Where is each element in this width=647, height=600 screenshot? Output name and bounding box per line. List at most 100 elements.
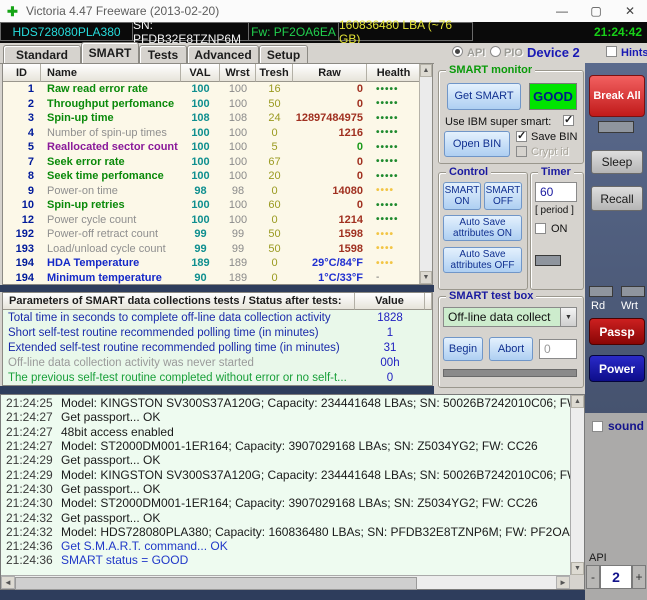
sleep-button[interactable]: Sleep: [591, 150, 643, 174]
smart-attribute-row[interactable]: 1 Raw read error rate 100 100 16 0 •••••: [3, 82, 421, 97]
crypt-id-checkbox[interactable]: [516, 146, 527, 158]
attr-worst: 100: [228, 155, 248, 168]
scroll-up-icon[interactable]: ▲: [420, 64, 432, 77]
minimize-button[interactable]: —: [545, 1, 579, 22]
scroll-down-icon[interactable]: ▼: [420, 271, 432, 284]
abort-button[interactable]: Abort: [489, 337, 533, 361]
tab-smart[interactable]: SMART: [81, 42, 139, 63]
api-number-decrement-button[interactable]: -: [586, 565, 600, 589]
recall-button[interactable]: Recall: [591, 186, 643, 211]
attr-raw: 1598: [338, 228, 363, 241]
save-bin-label: Save BIN: [531, 131, 578, 143]
autosave-off-button[interactable]: Auto Save attributes OFF: [443, 247, 522, 273]
autosave-on-button[interactable]: Auto Save attributes ON: [443, 215, 522, 241]
smart-col-header-tresh[interactable]: Tresh: [256, 64, 293, 82]
smart-on-button[interactable]: SMART ON: [443, 182, 481, 210]
pio-radio[interactable]: [490, 46, 501, 58]
tab-advanced[interactable]: Advanced: [187, 45, 259, 63]
log-message: Get passport... OK: [61, 453, 161, 468]
passport-button[interactable]: Passp: [589, 318, 645, 345]
smart-col-header-val[interactable]: VAL: [181, 64, 220, 82]
smart-table-header: ID Name VAL Wrst Tresh Raw Health: [3, 64, 421, 82]
log-scroll-left-icon[interactable]: ◄: [1, 576, 15, 589]
timer-period-label: [ period ]: [535, 205, 574, 216]
smart-attribute-row[interactable]: 8 Seek time perfomance 100 100 20 0 •••••: [3, 169, 421, 184]
log-message: Model: ST2000DM001-1ER164; Capacity: 390…: [61, 496, 538, 511]
log-timestamp: 21:24:29: [6, 453, 53, 468]
api-radio[interactable]: [452, 46, 463, 58]
parameter-value: 31: [383, 341, 397, 354]
log-message: Model: ST2000DM001-1ER164; Capacity: 390…: [61, 439, 538, 454]
timer-period-input[interactable]: 60: [535, 182, 577, 202]
log-scroll-down-icon[interactable]: ▼: [571, 562, 584, 575]
smart-attribute-row[interactable]: 12 Power cycle count 100 100 0 1214 •••••: [3, 213, 421, 228]
open-bin-button[interactable]: Open BIN: [444, 131, 510, 157]
log-message: Get passport... OK: [61, 510, 161, 525]
smart-attribute-row[interactable]: 9 Power-on time 98 98 0 14080 ••••: [3, 184, 421, 199]
break-all-button[interactable]: Break All: [589, 75, 645, 117]
hints-checkbox[interactable]: [606, 46, 617, 58]
parameter-row[interactable]: Total time in seconds to complete off-li…: [3, 310, 432, 325]
log-horizontal-scrollbar[interactable]: ◄ ►: [1, 575, 570, 590]
clock: 21:24:42: [593, 24, 643, 39]
attr-id: 10: [21, 199, 34, 212]
smart-attribute-row[interactable]: 4 Number of spin-up times 100 100 0 1216 •••••: [3, 126, 421, 141]
smart-col-header-name[interactable]: Name: [41, 64, 181, 82]
get-smart-button[interactable]: Get SMART: [447, 83, 521, 110]
attr-raw: 0: [356, 83, 363, 96]
parameter-row[interactable]: Off-line data collection activity was ne…: [3, 356, 432, 371]
smart-col-header-health[interactable]: Health: [367, 64, 421, 82]
smart-off-button[interactable]: SMART OFF: [484, 182, 522, 210]
smart-col-header-raw[interactable]: Raw: [293, 64, 367, 82]
test-counter-input[interactable]: 0: [539, 339, 577, 359]
dropdown-arrow-icon[interactable]: ▼: [560, 308, 576, 326]
ibm-smart-checkbox[interactable]: [563, 113, 574, 127]
smart-attribute-row[interactable]: 193 Load/unload cycle count 99 99 50 1598 ••••: [3, 242, 421, 257]
smart-parameters-table: Parameters of SMART data collections tes…: [2, 292, 433, 386]
api-number-increment-button[interactable]: +: [632, 565, 646, 589]
timer-on-checkbox[interactable]: [535, 223, 546, 235]
smart-attribute-row[interactable]: 2 Throughput perfomance 100 100 50 0 •••••: [3, 97, 421, 112]
log-scroll-right-icon[interactable]: ►: [556, 576, 570, 589]
test-type-dropdown[interactable]: Off-line data collect ▼: [443, 307, 577, 327]
tab-setup[interactable]: Setup: [259, 45, 308, 63]
smart-col-header-id[interactable]: ID: [3, 64, 41, 82]
separator-band: [0, 285, 434, 292]
tab-tests[interactable]: Tests: [139, 45, 187, 63]
smart-attribute-row[interactable]: 192 Power-off retract count 99 99 50 1598 ••••: [3, 227, 421, 242]
smart-attribute-row[interactable]: 10 Spin-up retries 100 100 60 0 •••••: [3, 198, 421, 213]
log-vertical-scrollbar[interactable]: ▲ ▼: [570, 395, 584, 575]
attr-value: 100: [191, 213, 210, 226]
tab-standard[interactable]: Standard: [3, 45, 81, 63]
smart-attribute-row[interactable]: 194 HDA Temperature 189 189 0 29°C/84°F ••••: [3, 256, 421, 271]
log-scroll-up-icon[interactable]: ▲: [571, 395, 584, 408]
attr-name: Minimum temperature: [47, 271, 162, 284]
smart-col-header-wrst[interactable]: Wrst: [220, 64, 256, 82]
begin-button[interactable]: Begin: [443, 337, 483, 361]
params-header-stub: [425, 293, 432, 310]
maximize-button[interactable]: ▢: [579, 1, 613, 22]
smart-attribute-row[interactable]: 7 Seek error rate 100 100 67 0 •••••: [3, 155, 421, 170]
attr-name: HDA Temperature: [47, 257, 140, 270]
smart-attribute-row[interactable]: 194 Minimum temperature 90 189 0 1°C/33°F -: [3, 271, 421, 286]
smart-table-scrollbar[interactable]: ▲ ▼: [419, 64, 432, 284]
power-button[interactable]: Power: [589, 355, 645, 382]
log-message: Get S.M.A.R.T. command... OK: [61, 539, 228, 554]
attr-raw: 0: [356, 97, 363, 110]
log-panel: 21:24:25 Model: KINGSTON SV300S37A120G; C…: [0, 394, 585, 590]
smart-attribute-row[interactable]: 3 Spin-up time 108 108 24 12897484975 •••••: [3, 111, 421, 126]
ibm-smart-label: Use IBM super smart:: [445, 116, 552, 128]
parameter-row[interactable]: Extended self-test routine recommended p…: [3, 340, 432, 355]
save-bin-checkbox[interactable]: [516, 129, 527, 143]
log-line: 21:24:32 Model: HDS728080PLA380; Capacity…: [1, 525, 570, 539]
sound-checkbox[interactable]: [592, 421, 603, 433]
attr-threshold: 16: [268, 83, 281, 96]
close-button[interactable]: ✕: [613, 1, 647, 22]
smart-monitor-title: SMART monitor: [446, 64, 536, 76]
parameter-row[interactable]: The previous self-test routine completed…: [3, 371, 432, 386]
log-timestamp: 21:24:30: [6, 481, 53, 496]
parameter-row[interactable]: Short self-test routine recommended poll…: [3, 325, 432, 340]
smart-test-box-group: SMART test box Off-line data collect ▼ B…: [438, 290, 584, 388]
smart-attribute-row[interactable]: 5 Reallocated sector count 100 100 5 0 •••••: [3, 140, 421, 155]
log-hscroll-thumb[interactable]: [15, 577, 417, 590]
